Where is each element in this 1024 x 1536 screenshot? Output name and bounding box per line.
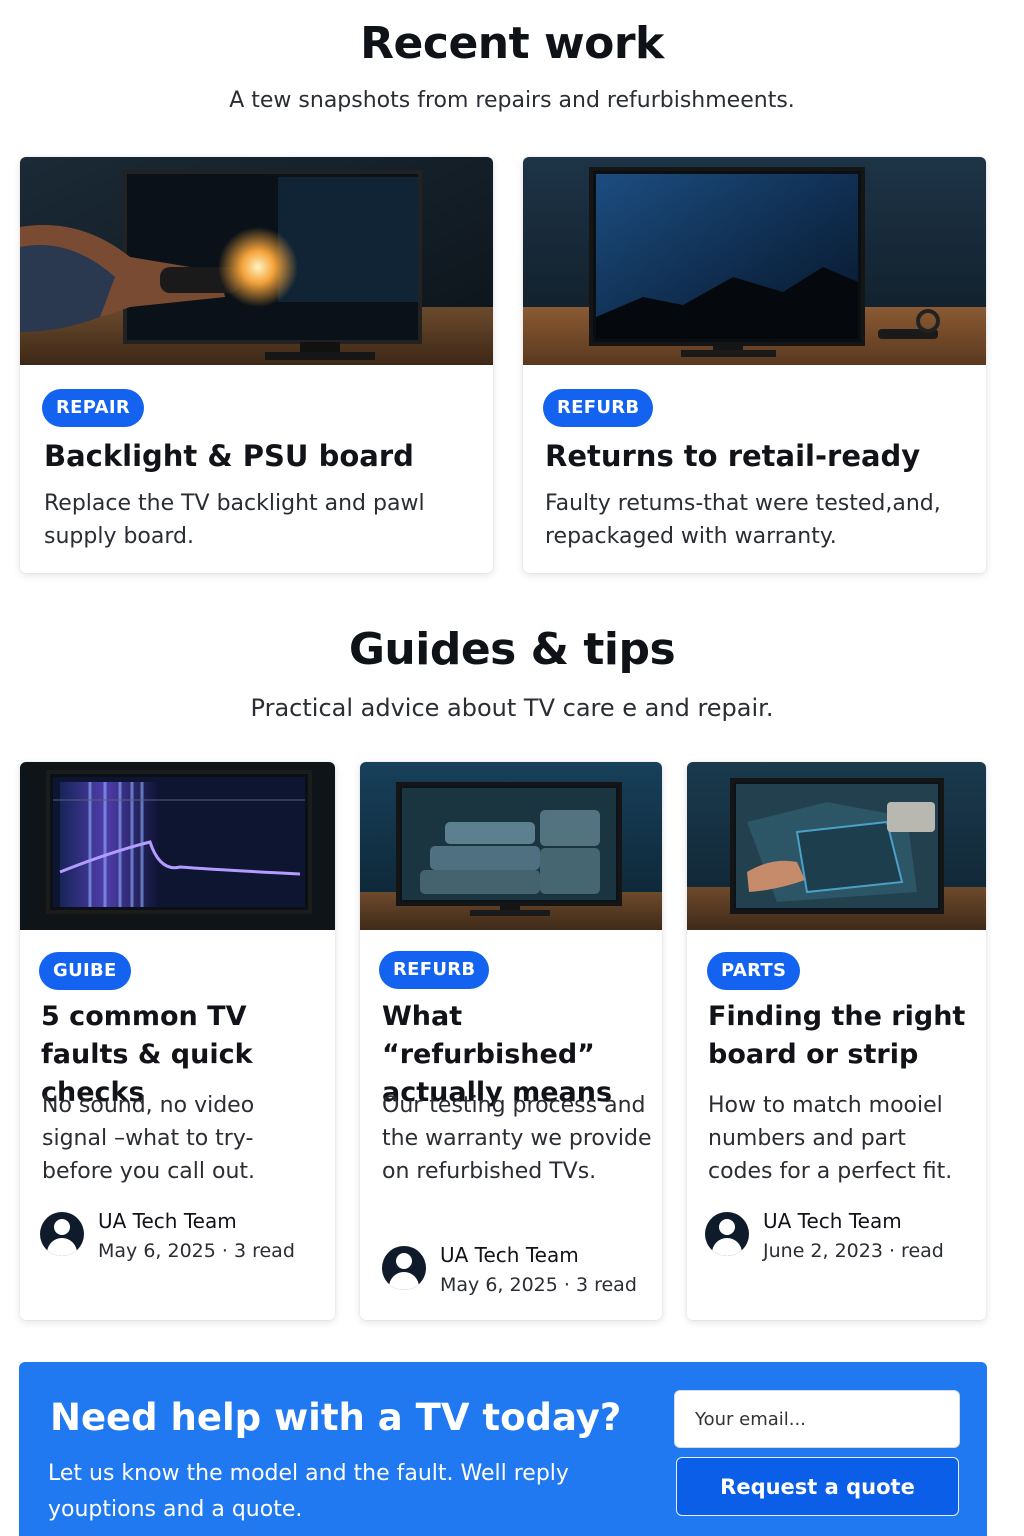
card-desc-faults: No sound, no video signal –what to try-b… [42,1093,256,1184]
author-name: UA Tech Team [763,1209,902,1233]
badge-guide: GUIBE [39,952,131,990]
guide-card-faults[interactable]: GUIBE 5 common TV faults & quick checks … [20,762,335,1320]
guide-card-image-parts [687,762,986,930]
guide-card-image-faults [20,762,335,930]
badge-refurb: REFURB [543,389,654,427]
guide-card-parts[interactable]: PARTS Finding the right board or strip H… [687,762,986,1320]
author-faults: UA Tech Team May 6, 2025 · 3 read [40,1206,295,1266]
badge-parts: PARTS [707,952,801,990]
badge-refurb: REFURB [379,951,490,989]
user-avatar-icon [40,1212,84,1256]
email-input[interactable] [674,1390,960,1448]
guides-title: Guides & tips [348,624,676,675]
work-card-image-refurb [523,157,986,365]
card-desc-parts: How to match mooiel numbers and part cod… [708,1093,953,1184]
author-meta: May 6, 2025 · 3 read [440,1274,637,1296]
request-quote-button[interactable]: Request a quote [676,1457,959,1516]
author-name: UA Tech Team [440,1243,579,1267]
work-card-repair[interactable]: REPAIR Backlight & PSU board Replace the… [20,157,493,573]
guide-card-refurbished[interactable]: REFURB What “refurbished” actually means… [360,762,662,1320]
recent-work-subtitle: A tew snapshots from repairs and refurbi… [229,88,795,113]
cta-title: Need help with a TV today? [50,1396,622,1439]
user-avatar-icon [382,1246,426,1290]
author-meta: May 6, 2025 · 3 read [98,1240,295,1262]
card-desc-returns: Faulty retums-that were tested,and, repa… [545,491,941,549]
recent-work-title: Recent work [360,18,664,69]
card-title-parts[interactable]: Finding the right board or strip [708,998,978,1074]
cta-banner: Need help with a TV today? Let us know t… [19,1362,987,1536]
author-parts: UA Tech Team June 2, 2023 · read [705,1206,944,1266]
guides-subtitle: Practical advice about TV care e and rep… [250,694,774,722]
badge-repair: REPAIR [42,389,144,427]
author-meta: June 2, 2023 · read [763,1240,944,1262]
work-card-image-repair [20,157,493,365]
user-avatar-icon [705,1212,749,1256]
card-desc-backlight: Replace the TV backlight and pawl supply… [44,491,425,549]
card-title-returns[interactable]: Returns to retail-ready [545,439,920,473]
work-card-refurb[interactable]: REFURB Returns to retail-ready Faulty re… [523,157,986,573]
guide-card-image-refurbished [360,762,662,930]
cta-description: Let us know the model and the fault. Wel… [48,1461,569,1522]
author-name: UA Tech Team [98,1209,237,1233]
card-title-backlight[interactable]: Backlight & PSU board [44,439,414,473]
card-desc-refurbished: Our testing process and the warranty we … [382,1093,652,1184]
author-refurbished: UA Tech Team May 6, 2025 · 3 read [382,1240,637,1300]
